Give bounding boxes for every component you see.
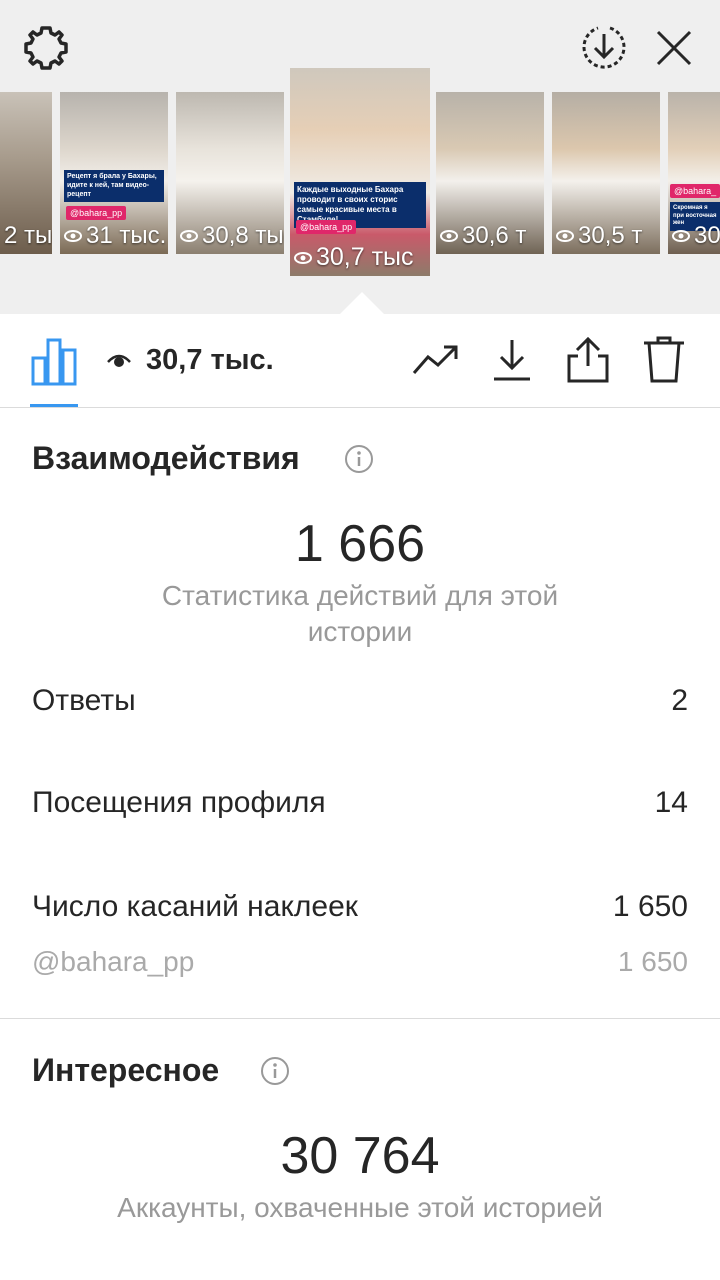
thumb-caption: Рецепт я брала у Бахары, идите к ней, та… [64, 170, 164, 203]
thumb-tag: @bahara_ [670, 184, 720, 198]
discovery-info-icon[interactable] [260, 1056, 290, 1086]
views-eye-icon [106, 350, 132, 370]
download-icon[interactable] [486, 334, 538, 386]
settings-gear-icon[interactable] [20, 22, 72, 74]
discovery-description: Аккаунты, охваченные этой историей [117, 1192, 603, 1223]
close-icon[interactable] [648, 22, 700, 74]
story-thumb[interactable]: @bahara_ Скромная я при восточная жен 30 [668, 92, 720, 254]
insights-bar-chart-icon[interactable] [30, 336, 78, 406]
thumb-tag: @bahara_pp [66, 206, 127, 220]
eye-icon [440, 230, 458, 242]
insights-toolbar: 30,7 тыс. [0, 314, 720, 408]
story-thumb[interactable]: Рецепт я брала у Бахары, идите к ней, та… [60, 92, 168, 254]
story-views-count: 30,7 тыс. [146, 344, 274, 376]
stat-label: Ответы [32, 684, 136, 717]
eye-icon [556, 230, 574, 242]
thumb-views: 30,7 тыс [294, 243, 414, 272]
story-thumb[interactable]: 30,6 т [436, 92, 544, 254]
eye-icon [64, 230, 82, 242]
story-thumb[interactable]: 30,5 т [552, 92, 660, 254]
section-divider [0, 1018, 720, 1019]
thumb-views: 2 тыс [4, 222, 52, 249]
story-thumb-selected[interactable]: Каждые выходные Бахара проводит в своих … [290, 68, 430, 276]
discovery-section-title: Интересное [32, 1052, 220, 1088]
stat-value: 1 650 [617, 946, 688, 977]
stat-label: Число касаний наклеек [32, 890, 358, 923]
eye-icon [672, 230, 690, 242]
discovery-total: 30 764 [280, 1127, 440, 1185]
active-tab-indicator [30, 404, 78, 407]
stat-label: @bahara_pp [32, 946, 195, 977]
interactions-section-title: Взаимодействия [32, 440, 300, 476]
selected-pointer [340, 292, 384, 314]
stat-row-sticker-taps: Число касаний наклеек 1 650 [32, 890, 688, 924]
stat-row-replies: Ответы 2 [32, 684, 688, 718]
stat-value: 2 [671, 684, 688, 717]
interactions-info-icon[interactable] [344, 444, 374, 474]
interactions-total: 1 666 [294, 515, 426, 573]
interactions-description: Статистика действий для этой истории [161, 580, 559, 647]
story-thumb[interactable]: 30,8 тыс [176, 92, 284, 254]
thumb-views: 31 тыс. [64, 222, 166, 250]
thumb-views: 30,5 т [556, 222, 642, 250]
stat-row-profile-visits: Посещения профиля 14 [32, 786, 688, 820]
thumb-views: 30 [672, 222, 720, 250]
eye-icon [294, 251, 312, 264]
save-story-icon[interactable] [578, 22, 630, 74]
thumb-tag: @bahara_pp [296, 220, 357, 234]
stat-value: 14 [654, 786, 688, 819]
eye-icon [180, 230, 198, 242]
share-icon[interactable] [562, 334, 614, 386]
thumb-views: 30,8 тыс [180, 222, 284, 250]
stat-row-mention-sticker: @bahara_pp 1 650 [32, 946, 688, 978]
story-thumb[interactable]: 2 тыс [0, 92, 52, 254]
thumb-views: 30,6 т [440, 222, 526, 250]
promote-trend-icon[interactable] [410, 334, 462, 386]
stat-label: Посещения профиля [32, 786, 326, 819]
stat-value: 1 650 [612, 890, 688, 923]
delete-trash-icon[interactable] [638, 334, 690, 386]
story-carousel-area: 2 тыс Рецепт я брала у Бахары, идите к н… [0, 0, 720, 314]
